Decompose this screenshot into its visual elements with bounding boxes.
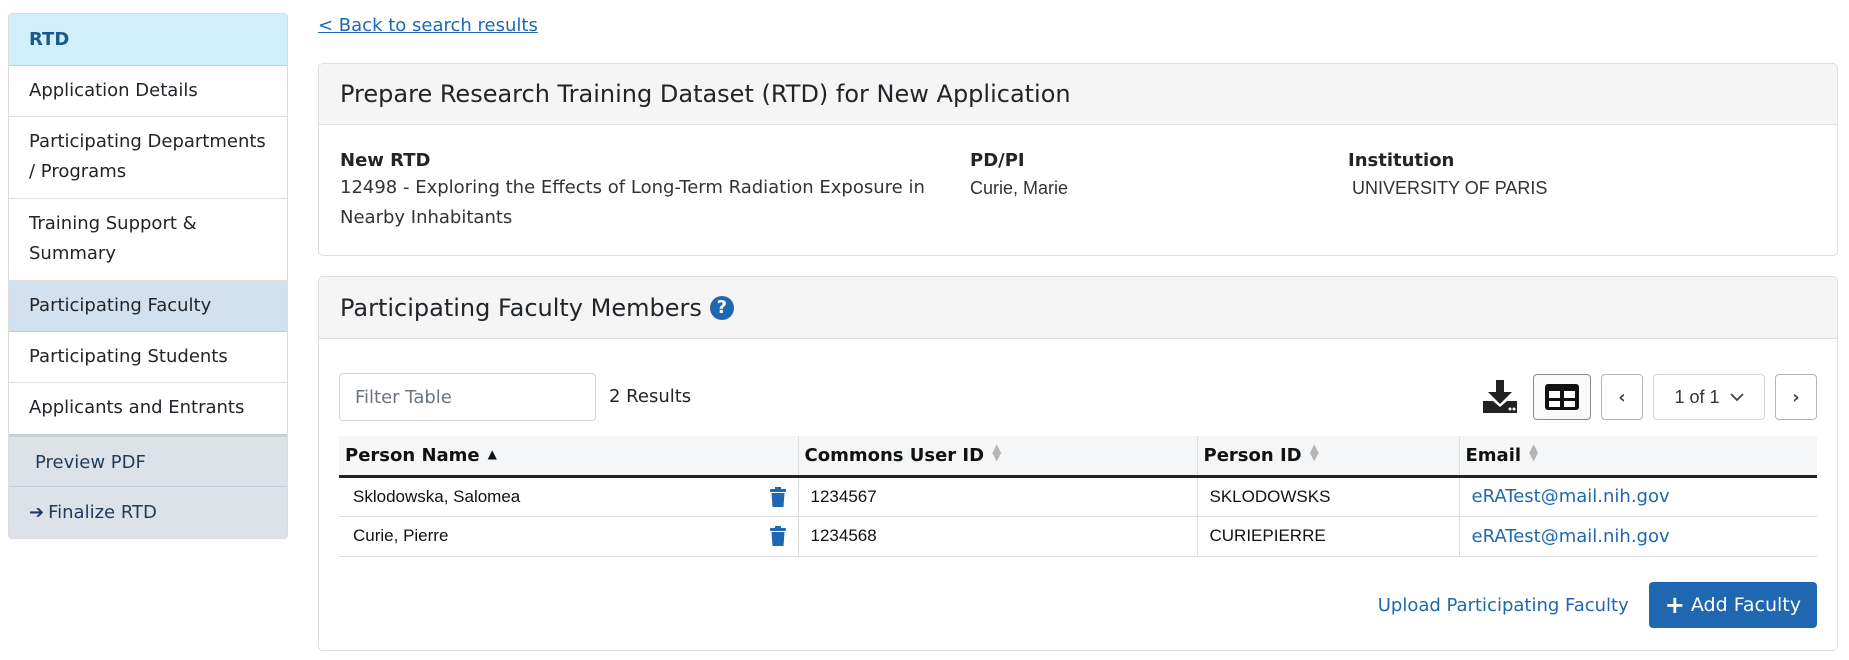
email-cell: eRATest@mail.nih.gov xyxy=(1458,516,1817,557)
institution-label: Institution xyxy=(1348,150,1455,171)
commons-user-id-cell: 1234567 xyxy=(797,476,1197,517)
person-name: Curie, Pierre xyxy=(353,526,449,545)
faculty-table: Person Name ▲ Commons User ID ▲ ▼ Person ID… xyxy=(339,436,1817,557)
commons-user-id-cell: 1234568 xyxy=(797,516,1197,557)
column-layout-button[interactable] xyxy=(1533,374,1591,420)
add-faculty-button[interactable]: + Add Faculty xyxy=(1648,582,1817,628)
table-header-row: Person Name ▲ Commons User ID ▲ ▼ Person ID… xyxy=(339,436,1817,478)
sidebar-item-participating-students[interactable]: Participating Students xyxy=(9,332,287,383)
person-name: Sklodowska, Salomea xyxy=(353,486,521,506)
page-title: Prepare Research Training Dataset (RTD) … xyxy=(340,80,1071,108)
pdpi-value: Curie, Marie xyxy=(970,178,1069,198)
sort-icon: ▲ ▼ xyxy=(1529,441,1539,464)
table-tools: ‹ 1 of 1 › xyxy=(1477,373,1817,421)
delete-row-button[interactable] xyxy=(769,486,786,507)
institution-info: Institution UNIVERSITY OF PARIS xyxy=(1348,149,1547,203)
faculty-title: Participating Faculty Members xyxy=(340,293,702,322)
table-row: Sklodowska, Salomea 1234567 SKLODOWSKS e… xyxy=(339,476,1817,517)
institution-value: UNIVERSITY OF PARIS xyxy=(1352,178,1548,198)
filter-table-input[interactable] xyxy=(339,373,596,421)
trash-icon xyxy=(769,526,786,546)
sort-ascending-icon: ▲ xyxy=(487,446,497,461)
person-id-cell: SKLODOWSKS xyxy=(1196,476,1459,517)
email-link[interactable]: eRATest@mail.nih.gov xyxy=(1472,486,1670,507)
person-name-cell: Sklodowska, Salomea xyxy=(339,476,798,517)
faculty-actions: Upload Participating Faculty + Add Facul… xyxy=(1378,582,1817,628)
pdpi-info: PD/PI Curie, Marie xyxy=(970,149,1068,203)
sidebar-item-application-details[interactable]: Application Details xyxy=(9,66,287,117)
rtd-summary-header: Prepare Research Training Dataset (RTD) … xyxy=(319,64,1837,125)
download-button[interactable] xyxy=(1477,374,1523,420)
column-header-commons-user-id[interactable]: Commons User ID ▲ ▼ xyxy=(797,436,1197,478)
sidebar-item-applicants-entrants[interactable]: Applicants and Entrants xyxy=(9,383,287,434)
faculty-header: Participating Faculty Members ? xyxy=(319,277,1837,339)
results-count: 2 Results xyxy=(609,386,692,407)
add-faculty-label: Add Faculty xyxy=(1690,594,1801,616)
finalize-rtd-button[interactable]: ➔ Finalize RTD xyxy=(9,487,287,538)
table-toolbar: 2 Results ‹ xyxy=(339,373,1817,421)
column-label: Email xyxy=(1465,445,1522,467)
rtd-info-row: New RTD 12498 - Exploring the Effects of… xyxy=(319,125,1837,255)
trash-icon xyxy=(769,486,786,507)
email-link[interactable]: eRATest@mail.nih.gov xyxy=(1472,526,1670,547)
delete-row-button[interactable] xyxy=(769,526,786,546)
chevron-left-icon: ‹ xyxy=(1618,386,1626,408)
person-id-cell: CURIEPIERRE xyxy=(1196,516,1459,557)
rtd-value: 12498 - Exploring the Effects of Long-Te… xyxy=(340,177,925,228)
upload-participating-faculty-link[interactable]: Upload Participating Faculty xyxy=(1378,595,1629,616)
column-label: Commons User ID xyxy=(804,445,985,467)
arrow-right-icon: ➔ xyxy=(29,502,45,523)
column-label: Person Name xyxy=(345,444,480,466)
rtd-label: New RTD xyxy=(340,150,431,171)
sidebar-nav: RTD Application Details Participating De… xyxy=(8,13,288,539)
column-header-email[interactable]: Email ▲ ▼ xyxy=(1458,436,1817,478)
column-header-person-name[interactable]: Person Name ▲ xyxy=(339,436,798,478)
preview-pdf-button[interactable]: Preview PDF xyxy=(9,434,287,487)
question-circle-icon[interactable]: ? xyxy=(709,295,734,320)
preview-pdf-label: Preview PDF xyxy=(35,452,146,473)
table-grid-icon xyxy=(1545,384,1579,410)
email-cell: eRATest@mail.nih.gov xyxy=(1458,476,1817,517)
plus-icon: + xyxy=(1664,591,1685,619)
table-row: Curie, Pierre 1234568 CURIEPIERRE eRATes… xyxy=(339,516,1817,557)
rtd-info: New RTD 12498 - Exploring the Effects of… xyxy=(340,149,930,233)
faculty-card: Participating Faculty Members ? 2 Result… xyxy=(318,276,1838,651)
rtd-summary-card: Prepare Research Training Dataset (RTD) … xyxy=(318,63,1838,256)
column-label: Person ID xyxy=(1203,445,1302,467)
column-header-person-id[interactable]: Person ID ▲ ▼ xyxy=(1196,436,1459,478)
chevron-down-icon xyxy=(1729,393,1744,402)
back-to-search-link[interactable]: < Back to search results xyxy=(318,15,538,36)
sidebar-item-training-support[interactable]: Training Support & Summary xyxy=(9,199,287,281)
person-name-cell: Curie, Pierre xyxy=(339,516,798,557)
finalize-rtd-label: Finalize RTD xyxy=(48,502,157,523)
sidebar-item-participating-faculty[interactable]: Participating Faculty xyxy=(9,281,287,332)
download-icon xyxy=(1483,380,1517,413)
sidebar-item-participating-departments[interactable]: Participating Departments / Programs xyxy=(9,117,287,199)
next-page-button[interactable]: › xyxy=(1775,374,1817,420)
page-indicator: 1 of 1 xyxy=(1674,386,1720,407)
sort-icon: ▲ ▼ xyxy=(992,441,1002,464)
pdpi-label: PD/PI xyxy=(970,150,1025,171)
previous-page-button[interactable]: ‹ xyxy=(1601,374,1643,420)
sort-icon: ▲ ▼ xyxy=(1309,441,1319,464)
chevron-right-icon: › xyxy=(1792,386,1800,408)
page-select[interactable]: 1 of 1 xyxy=(1653,374,1765,420)
sidebar-header: RTD xyxy=(9,14,287,66)
